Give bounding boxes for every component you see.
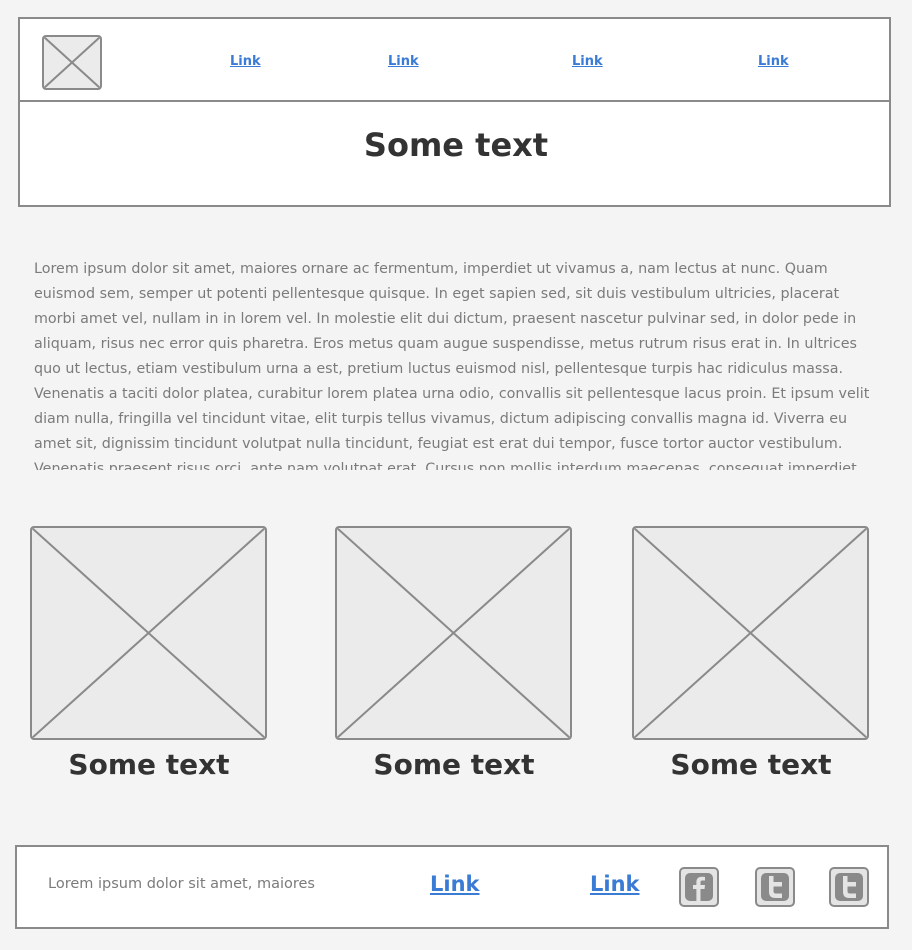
footer-link-2[interactable]: Link (590, 872, 640, 896)
nav-link-4[interactable]: Link (758, 54, 789, 69)
header-divider (18, 100, 891, 102)
facebook-icon[interactable] (679, 867, 719, 907)
body-paragraph: Lorem ipsum dolor sit amet, maiores orna… (34, 261, 870, 470)
footer-link-1[interactable]: Link (430, 872, 480, 896)
card-caption-3: Some text (670, 748, 832, 781)
card-image-placeholder-2 (335, 526, 572, 740)
card-image-placeholder-1 (30, 526, 267, 740)
header (18, 17, 891, 207)
logo-image-placeholder (42, 35, 102, 90)
page-title: Some text (363, 126, 549, 164)
twitter-icon[interactable] (755, 867, 795, 907)
nav-link-2[interactable]: Link (388, 54, 419, 69)
nav-link-1[interactable]: Link (230, 54, 261, 69)
footer-text: Lorem ipsum dolor sit amet, maiores (48, 876, 315, 892)
card-image-placeholder-3 (632, 526, 869, 740)
card-caption-2: Some text (373, 748, 535, 781)
nav-link-3[interactable]: Link (572, 54, 603, 69)
card-caption-1: Some text (68, 748, 230, 781)
twitter-icon-2[interactable] (829, 867, 869, 907)
